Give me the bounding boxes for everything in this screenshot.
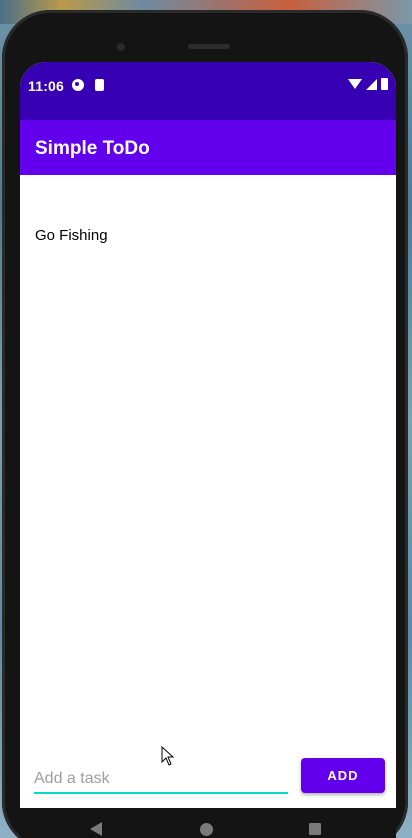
back-icon[interactable] bbox=[90, 822, 102, 836]
app-screen: 11:06 Simple ToDo Go Fishing ADD bbox=[20, 62, 396, 808]
navigation-bar bbox=[20, 808, 396, 838]
wifi-icon bbox=[348, 79, 362, 89]
notification-icon bbox=[72, 79, 84, 91]
app-bar: Simple ToDo bbox=[20, 120, 396, 175]
app-title: Simple ToDo bbox=[35, 138, 150, 159]
status-bar: 11:06 bbox=[20, 62, 396, 120]
recents-icon[interactable] bbox=[309, 823, 321, 835]
camera-icon bbox=[117, 43, 125, 51]
battery-icon bbox=[381, 78, 388, 90]
status-time: 11:06 bbox=[28, 78, 65, 94]
sd-card-icon bbox=[95, 79, 104, 91]
speaker-grille bbox=[188, 44, 230, 49]
list-item[interactable]: Go Fishing bbox=[35, 227, 108, 244]
task-list: Go Fishing bbox=[20, 175, 396, 745]
home-icon[interactable] bbox=[200, 823, 213, 836]
cell-signal-icon bbox=[366, 78, 377, 90]
add-button[interactable]: ADD bbox=[301, 758, 385, 793]
input-row: ADD bbox=[20, 752, 396, 802]
task-input[interactable] bbox=[34, 766, 288, 794]
status-icons bbox=[348, 78, 388, 90]
